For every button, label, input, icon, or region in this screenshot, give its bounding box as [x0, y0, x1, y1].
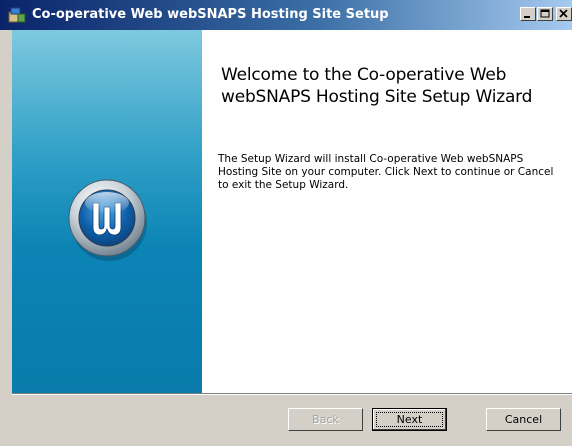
cooperative-web-logo-icon: [68, 179, 147, 261]
wizard-description: The Setup Wizard will install Co-operati…: [218, 153, 554, 191]
back-button-label: Back: [312, 413, 339, 426]
wizard-footer: Back Next Cancel: [12, 395, 572, 446]
maximize-button[interactable]: [537, 7, 553, 21]
minimize-icon: [524, 16, 530, 18]
close-button[interactable]: [556, 7, 572, 21]
setup-wizard-window: Co-operative Web webSNAPS Hosting Site S…: [0, 0, 572, 446]
back-button[interactable]: Back: [288, 408, 363, 431]
close-icon: [559, 9, 568, 18]
window-title: Co-operative Web webSNAPS Hosting Site S…: [32, 7, 389, 22]
next-button[interactable]: Next: [372, 408, 447, 431]
wizard-content: Welcome to the Co-operative Web webSNAPS…: [12, 30, 572, 393]
wizard-banner: [12, 30, 202, 393]
installer-icon: [8, 6, 26, 24]
minimize-button[interactable]: [520, 7, 536, 21]
wizard-heading: Welcome to the Co-operative Web webSNAPS…: [221, 65, 533, 107]
maximize-icon: [540, 9, 550, 18]
next-button-label: Next: [396, 413, 423, 426]
cancel-button[interactable]: Cancel: [486, 408, 561, 431]
cancel-button-label: Cancel: [504, 413, 543, 426]
title-bar[interactable]: Co-operative Web webSNAPS Hosting Site S…: [0, 0, 572, 30]
